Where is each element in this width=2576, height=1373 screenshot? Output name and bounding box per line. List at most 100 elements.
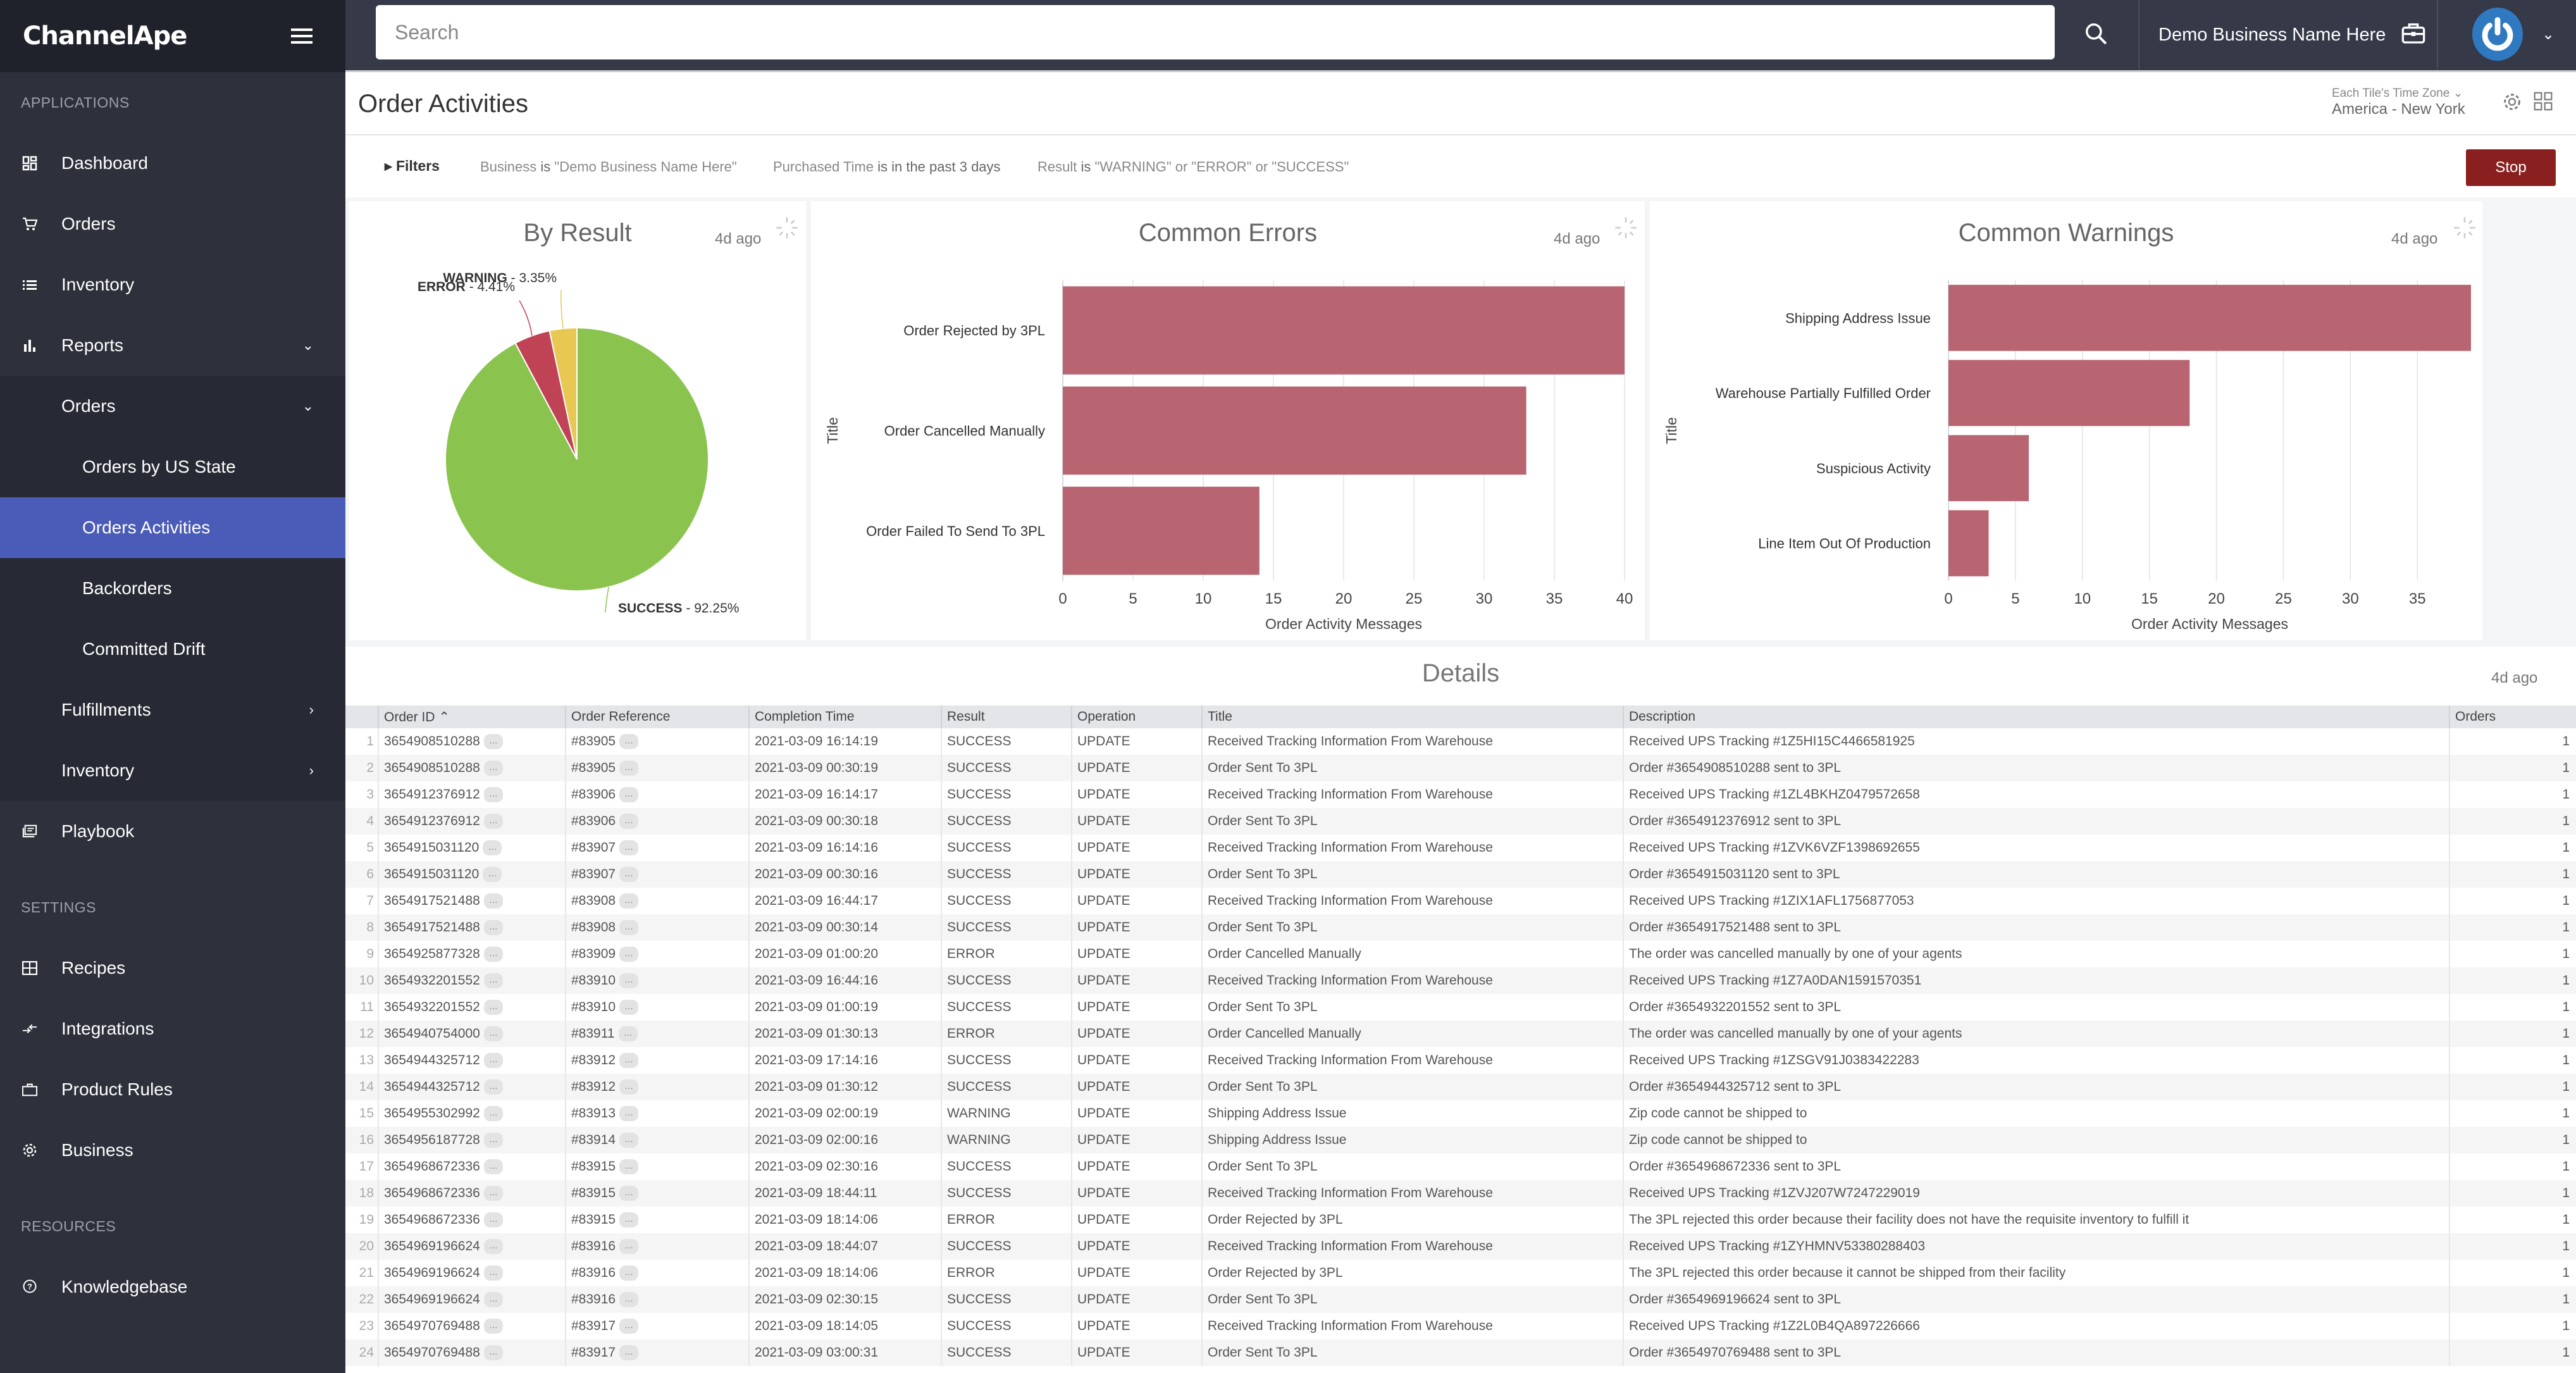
more-options-icon[interactable]: … <box>483 1345 503 1361</box>
more-options-icon[interactable]: … <box>483 787 503 803</box>
table-row[interactable]: 7 3654917521488… #83908… 2021-03-09 16:44:1… <box>345 888 2576 914</box>
more-options-icon[interactable]: … <box>483 1292 503 1308</box>
column-header-title[interactable]: Title <box>1201 705 1623 728</box>
more-options-icon[interactable]: … <box>618 1026 638 1042</box>
column-header-order-id[interactable]: Order ID ⌃ <box>378 705 566 728</box>
more-options-icon[interactable]: … <box>483 893 503 909</box>
more-options-icon[interactable]: … <box>483 973 503 989</box>
more-options-icon[interactable]: … <box>619 840 639 856</box>
table-row[interactable]: 17 3654968672336… #83915… 2021-03-09 02:30:… <box>345 1153 2576 1180</box>
column-header-result[interactable]: Result <box>941 705 1072 728</box>
column-header-order-reference[interactable]: Order Reference <box>565 705 749 728</box>
more-options-icon[interactable]: … <box>619 761 639 776</box>
filter-business[interactable]: Business is "Demo Business Name Here" <box>480 159 737 175</box>
more-options-icon[interactable]: … <box>619 1265 639 1281</box>
more-options-icon[interactable]: … <box>483 1159 503 1175</box>
filter-purchased-time[interactable]: Purchased Time is in the past 3 days <box>773 159 1001 175</box>
sidebar-item-backorders[interactable]: Backorders <box>0 558 345 619</box>
table-row[interactable]: 4 3654912376912… #83906… 2021-03-09 00:30:1… <box>345 808 2576 835</box>
more-options-icon[interactable]: … <box>619 947 639 962</box>
stop-button[interactable]: Stop <box>2466 149 2556 186</box>
sidebar-item-fulfillments[interactable]: Fulfillments › <box>0 680 345 740</box>
table-row[interactable]: 11 3654932201552… #83910… 2021-03-09 01:00:… <box>345 994 2576 1021</box>
more-options-icon[interactable]: … <box>619 1319 639 1334</box>
table-row[interactable]: 22 3654969196624… #83916… 2021-03-09 02:30:… <box>345 1286 2576 1313</box>
sidebar-item-knowledgebase[interactable]: ? Knowledgebase <box>0 1257 345 1317</box>
more-options-icon[interactable]: … <box>619 1186 639 1202</box>
more-options-icon[interactable]: … <box>619 1053 639 1069</box>
table-row[interactable]: 23 3654970769488… #83917… 2021-03-09 18:14:… <box>345 1313 2576 1339</box>
sidebar-item-committed-drift[interactable]: Committed Drift <box>0 619 345 680</box>
sidebar-item-playbook[interactable]: Playbook <box>0 801 345 862</box>
more-options-icon[interactable]: … <box>483 1319 503 1334</box>
more-options-icon[interactable]: … <box>619 1133 639 1148</box>
table-row[interactable]: 1 3654908510288… #83905… 2021-03-09 16:14:1… <box>345 728 2576 755</box>
table-row[interactable]: 24 3654970769488… #83917… 2021-03-09 03:00:… <box>345 1339 2576 1366</box>
more-options-icon[interactable]: … <box>483 1026 503 1042</box>
table-row[interactable]: 5 3654915031120… #83907… 2021-03-09 16:14:1… <box>345 835 2576 861</box>
dashboard-settings-button[interactable] <box>2501 91 2523 116</box>
search-button[interactable] <box>2080 18 2112 49</box>
filters-toggle[interactable]: ▸ Filters <box>385 158 440 175</box>
more-options-icon[interactable]: … <box>619 787 639 803</box>
table-row[interactable]: 8 3654917521488… #83908… 2021-03-09 00:30:1… <box>345 914 2576 941</box>
more-options-icon[interactable]: … <box>483 1106 503 1122</box>
sidebar-item-integrations[interactable]: Integrations <box>0 998 345 1059</box>
more-options-icon[interactable]: … <box>483 734 503 750</box>
column-header-orders[interactable]: Orders <box>2449 705 2576 728</box>
more-options-icon[interactable]: … <box>619 893 639 909</box>
business-switcher[interactable]: Demo Business Name Here <box>2138 0 2438 70</box>
hamburger-menu-icon[interactable] <box>291 28 313 44</box>
more-options-icon[interactable]: … <box>483 814 503 829</box>
sidebar-item-recipes[interactable]: Recipes <box>0 938 345 998</box>
filter-result[interactable]: Result is "WARNING" or "ERROR" or "SUCCE… <box>1037 159 1349 175</box>
sidebar-item-product-rules[interactable]: Product Rules <box>0 1059 345 1120</box>
more-options-icon[interactable]: … <box>483 920 503 936</box>
table-row[interactable]: 19 3654968672336… #83915… 2021-03-09 18:14:… <box>345 1207 2576 1233</box>
table-row[interactable]: 9 3654925877328… #83909… 2021-03-09 01:00:2… <box>345 941 2576 967</box>
more-options-icon[interactable]: … <box>619 1159 639 1175</box>
more-options-icon[interactable]: … <box>619 867 639 883</box>
column-header-description[interactable]: Description <box>1623 705 2449 728</box>
sidebar-item-orders-by-us-state[interactable]: Orders by US State <box>0 437 345 497</box>
sidebar-item-dashboard[interactable]: Dashboard <box>0 133 345 194</box>
more-options-icon[interactable]: … <box>483 1212 503 1228</box>
sidebar-item-inventory[interactable]: Inventory <box>0 254 345 315</box>
more-options-icon[interactable]: … <box>619 1000 639 1016</box>
table-row[interactable]: 15 3654955302992… #83913… 2021-03-09 02:00:… <box>345 1100 2576 1127</box>
more-options-icon[interactable]: … <box>619 920 639 936</box>
layout-button[interactable] <box>2533 91 2553 115</box>
column-header-completion-time[interactable]: Completion Time <box>748 705 941 728</box>
table-row[interactable]: 16 3654956187728… #83914… 2021-03-09 02:00:… <box>345 1127 2576 1153</box>
table-row[interactable]: 21 3654969196624… #83916… 2021-03-09 18:14:… <box>345 1260 2576 1286</box>
more-options-icon[interactable]: … <box>483 867 502 883</box>
more-options-icon[interactable]: … <box>483 1186 503 1202</box>
sidebar-item-reports[interactable]: Reports ⌄ <box>0 315 345 376</box>
brand-logo[interactable]: ChannelApe <box>23 22 187 51</box>
more-options-icon[interactable]: … <box>619 1079 639 1095</box>
user-avatar[interactable] <box>2472 8 2523 61</box>
search-input[interactable] <box>395 20 2055 44</box>
more-options-icon[interactable]: … <box>483 1053 503 1069</box>
table-row[interactable]: 20 3654969196624… #83916… 2021-03-09 18:44:… <box>345 1233 2576 1260</box>
table-row[interactable]: 6 3654915031120… #83907… 2021-03-09 00:30:1… <box>345 861 2576 888</box>
more-options-icon[interactable]: … <box>619 1239 639 1255</box>
more-options-icon[interactable]: … <box>483 1079 503 1095</box>
table-row[interactable]: 13 3654944325712… #83912… 2021-03-09 17:14:… <box>345 1047 2576 1074</box>
more-options-icon[interactable]: … <box>483 1133 503 1148</box>
sidebar-item-business[interactable]: Business <box>0 1120 345 1181</box>
table-row[interactable]: 10 3654932201552… #83910… 2021-03-09 16:44:… <box>345 967 2576 994</box>
column-header-operation[interactable]: Operation <box>1071 705 1202 728</box>
more-options-icon[interactable]: … <box>619 1292 639 1308</box>
more-options-icon[interactable]: … <box>483 1265 503 1281</box>
sidebar-item-orders-activities[interactable]: Orders Activities <box>0 497 345 558</box>
more-options-icon[interactable]: … <box>483 1000 503 1016</box>
table-row[interactable]: 14 3654944325712… #83912… 2021-03-09 01:30:… <box>345 1074 2576 1100</box>
table-row[interactable]: 2 3654908510288… #83905… 2021-03-09 00:30:1… <box>345 755 2576 781</box>
table-row[interactable]: 3 3654912376912… #83906… 2021-03-09 16:14:1… <box>345 781 2576 808</box>
more-options-icon[interactable]: … <box>483 840 502 856</box>
more-options-icon[interactable]: … <box>619 1212 639 1228</box>
table-row[interactable]: 12 3654940754000… #83911… 2021-03-09 01:30:… <box>345 1021 2576 1047</box>
more-options-icon[interactable]: … <box>483 947 503 962</box>
more-options-icon[interactable]: … <box>619 1345 639 1361</box>
